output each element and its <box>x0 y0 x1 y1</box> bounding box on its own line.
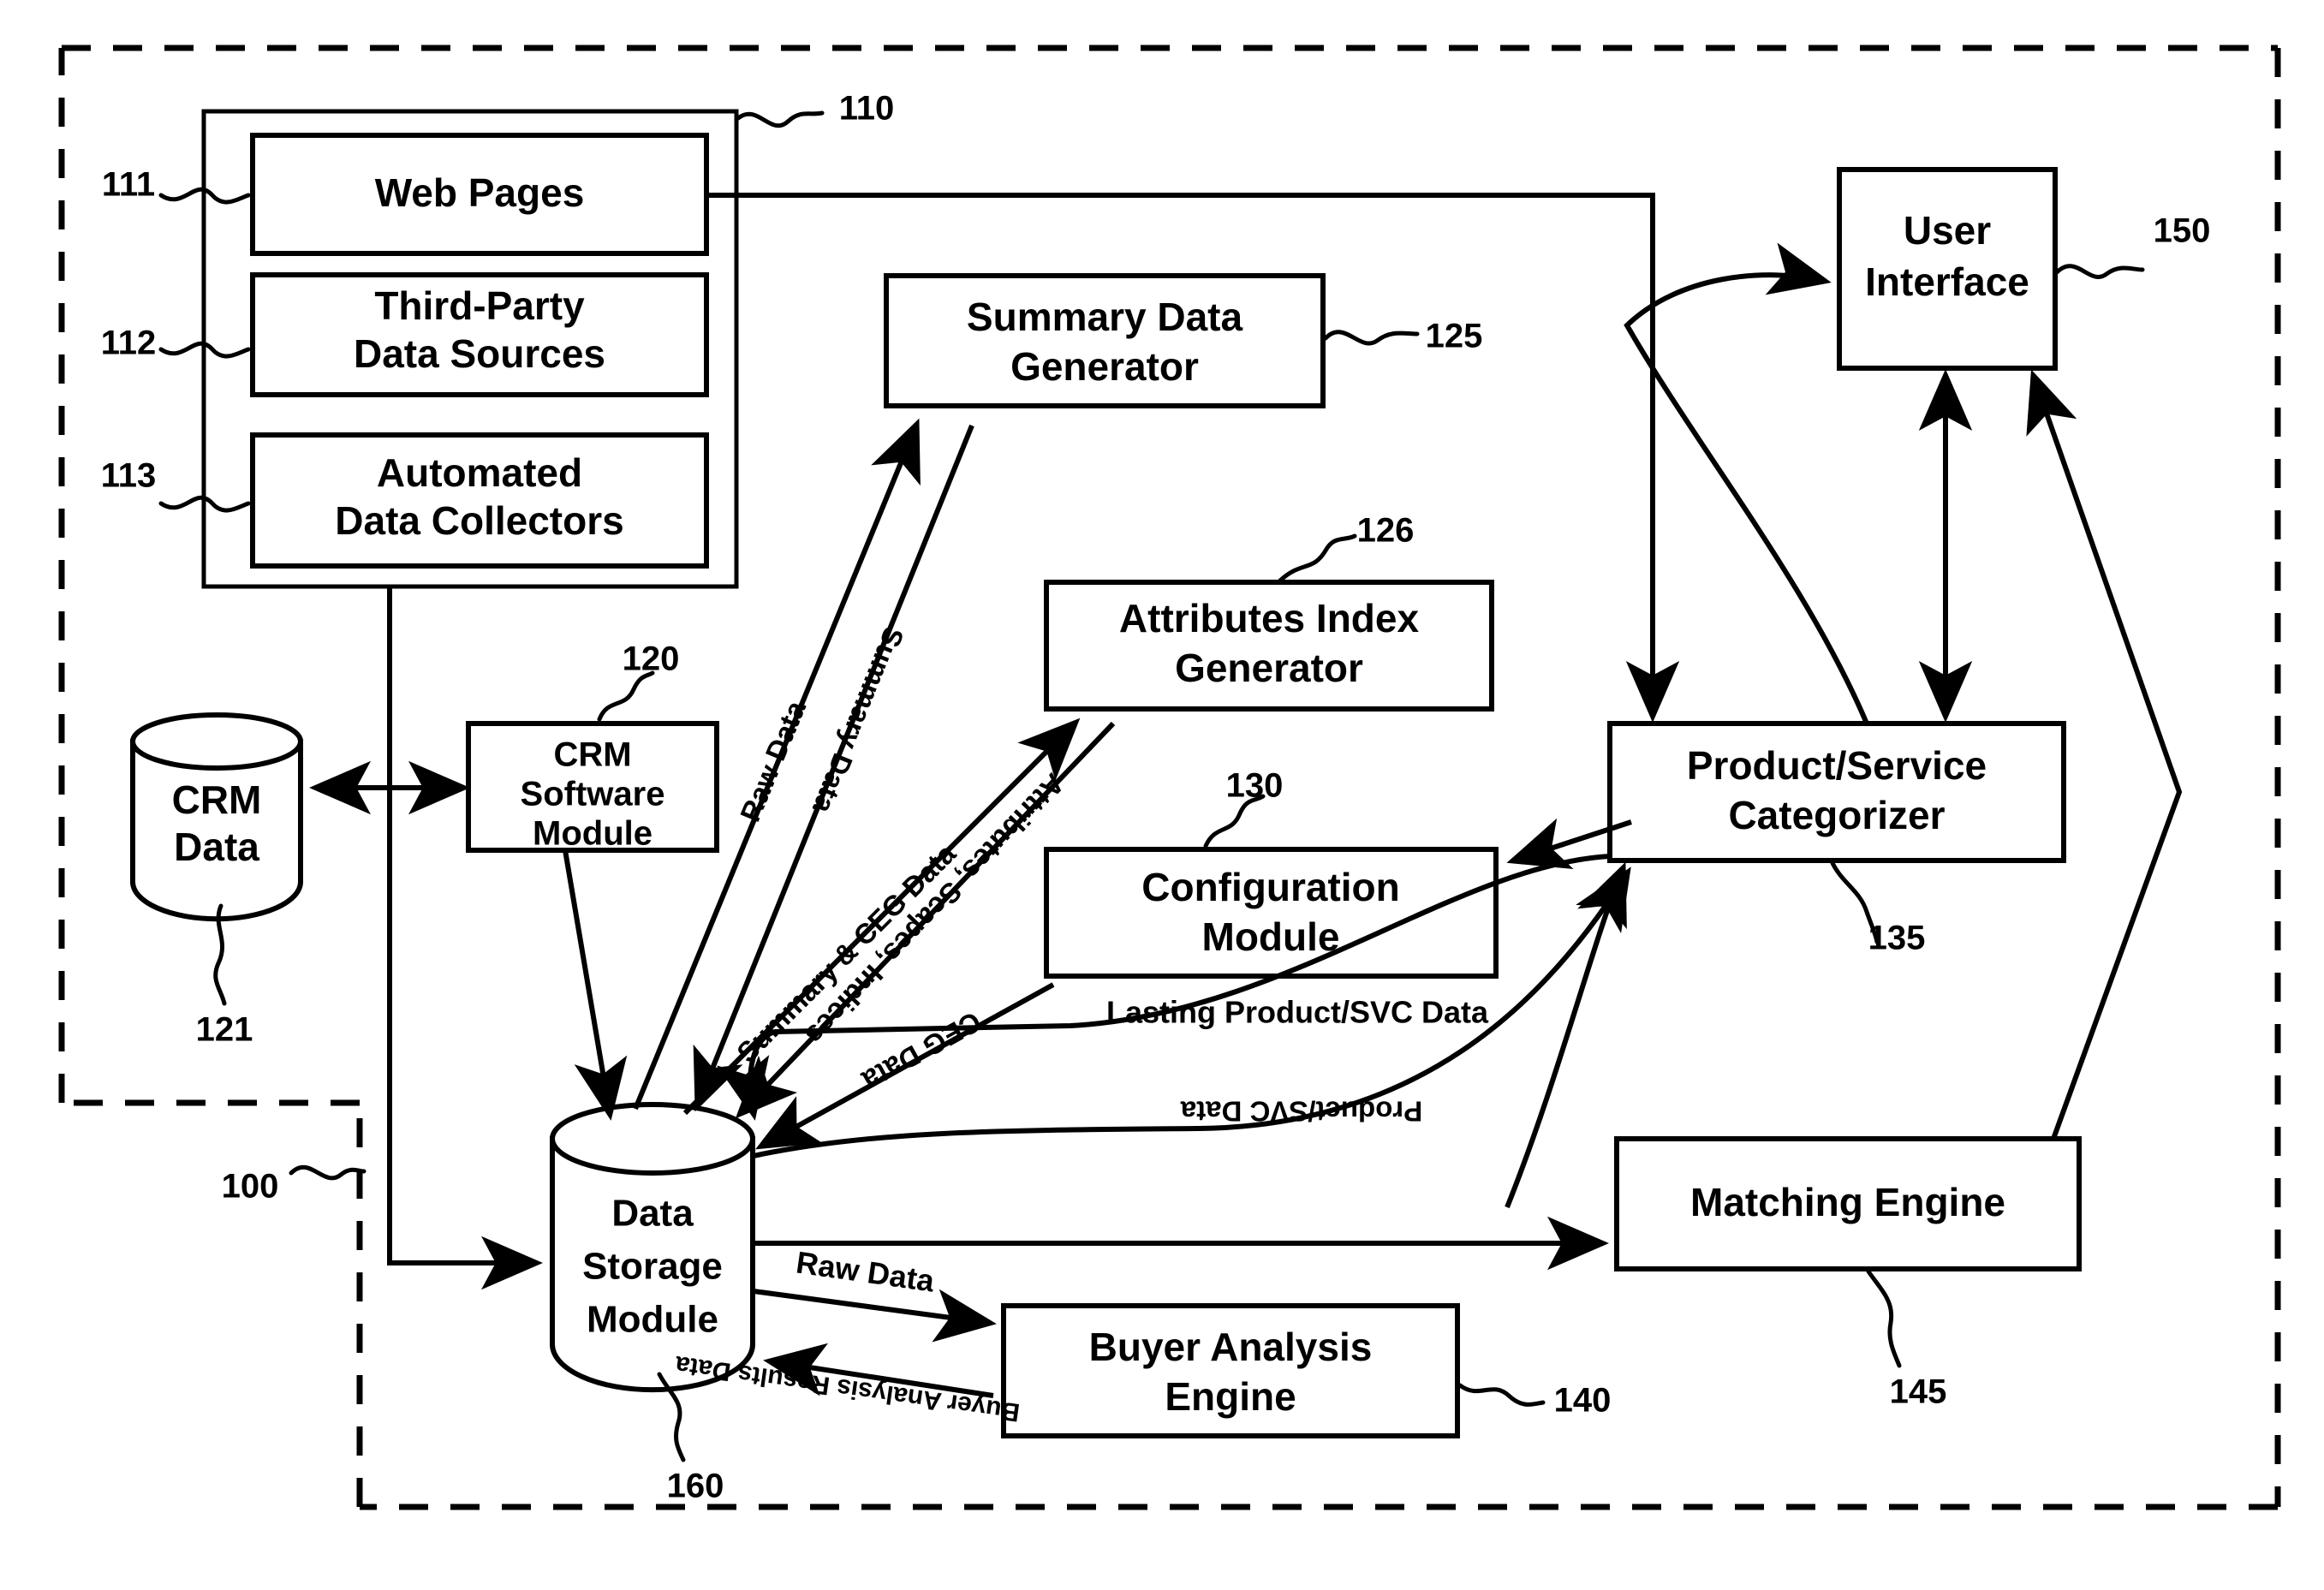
connector-collectors-to-storage <box>387 587 543 1290</box>
ref-numeral-125: 125 <box>1426 318 1483 355</box>
node-user-interface-line2: Interface <box>1865 259 2029 304</box>
leader-110 <box>736 110 825 128</box>
ref-numeral-112: 112 <box>101 325 157 362</box>
node-product-service-line1: Product/Service <box>1687 743 1987 788</box>
ref-numeral-111: 111 <box>102 166 155 204</box>
leader-150 <box>2054 264 2145 279</box>
flow-label-ceg-data: CEG Data <box>856 1005 986 1096</box>
node-web-pages-label: Web Pages <box>375 170 585 215</box>
node-automated-collectors-line1: Automated <box>377 450 582 495</box>
flow-label-raw-data-buyer: Raw Data <box>794 1244 937 1298</box>
flow-label-buyer-analysis-results-data: Buyer Analysis Results Data <box>673 1350 1022 1426</box>
ref-numeral-160: 160 <box>667 1468 724 1505</box>
leader-125 <box>1323 330 1420 346</box>
node-user-interface-line1: User <box>1904 208 1991 253</box>
leader-120 <box>597 670 655 722</box>
ref-numeral-150: 150 <box>2154 212 2211 250</box>
node-attributes-index-generator-line1: Attributes Index <box>1119 596 1420 640</box>
ref-numeral-113: 113 <box>101 457 157 495</box>
node-configuration-module-line2: Module <box>1202 914 1340 959</box>
node-attributes-index-generator-line2: Generator <box>1175 646 1363 690</box>
ref-numeral-120: 120 <box>623 640 680 678</box>
node-third-party-line1: Third-Party <box>374 283 585 328</box>
connector-categorizer-to-ui <box>1624 242 1869 725</box>
node-automated-collectors-line2: Data Collectors <box>335 498 623 543</box>
node-configuration-module-line1: Configuration <box>1141 865 1400 909</box>
flow-label-product-svc-data: Product/SVC Data <box>1180 1095 1422 1127</box>
leader-100 <box>289 1164 366 1181</box>
node-product-service-line2: Categorizer <box>1728 793 1945 837</box>
leader-145 <box>1866 1269 1902 1368</box>
connector-storage-to-buyeranalysis <box>753 1289 997 1343</box>
ref-numeral-135: 135 <box>1868 920 1926 957</box>
node-data-storage-line2: Storage <box>582 1246 723 1288</box>
node-summary-data-generator-line2: Generator <box>1010 344 1199 389</box>
node-crm-data-line1: CRM <box>172 777 262 822</box>
patent-figure-canvas: Web Pages Third-Party Data Sources Autom… <box>0 0 2324 1590</box>
ref-numeral-110: 110 <box>839 90 895 128</box>
node-data-storage-line1: Data <box>611 1193 694 1235</box>
node-crm-data-line2: Data <box>174 825 259 869</box>
node-summary-data-generator-line1: Summary Data <box>967 295 1243 339</box>
block-diagram-svg: Web Pages Third-Party Data Sources Autom… <box>58 45 2281 1510</box>
connector-crmsoftware-to-storage <box>563 849 628 1121</box>
ref-numeral-121: 121 <box>196 1011 253 1049</box>
flow-label-lasting-product-svc-data: Lasting Product/SVC Data <box>1106 995 1489 1030</box>
node-crm-software-line3: Module <box>533 815 653 853</box>
flow-label-raw-data-diagonal: Raw Data <box>734 696 812 826</box>
leader-126 <box>1278 533 1357 583</box>
node-buyer-analysis-line1: Buyer Analysis <box>1089 1325 1373 1369</box>
node-data-storage-line3: Module <box>587 1299 718 1341</box>
connector-storage-lower-to-categorizer <box>1505 861 1627 1209</box>
ref-numeral-130: 130 <box>1226 767 1284 805</box>
ref-numeral-126: 126 <box>1357 512 1415 550</box>
leader-140 <box>1457 1383 1546 1407</box>
node-buyer-analysis-line2: Engine <box>1165 1374 1296 1419</box>
node-crm-software-line2: Software <box>521 776 665 813</box>
node-crm-software-line1: CRM <box>553 736 631 774</box>
ref-numeral-140: 140 <box>1554 1382 1612 1420</box>
node-third-party-line2: Data Sources <box>354 331 605 376</box>
ref-numeral-100: 100 <box>222 1168 279 1206</box>
node-matching-engine-label: Matching Engine <box>1690 1180 2005 1224</box>
ref-numeral-145: 145 <box>1890 1373 1947 1411</box>
